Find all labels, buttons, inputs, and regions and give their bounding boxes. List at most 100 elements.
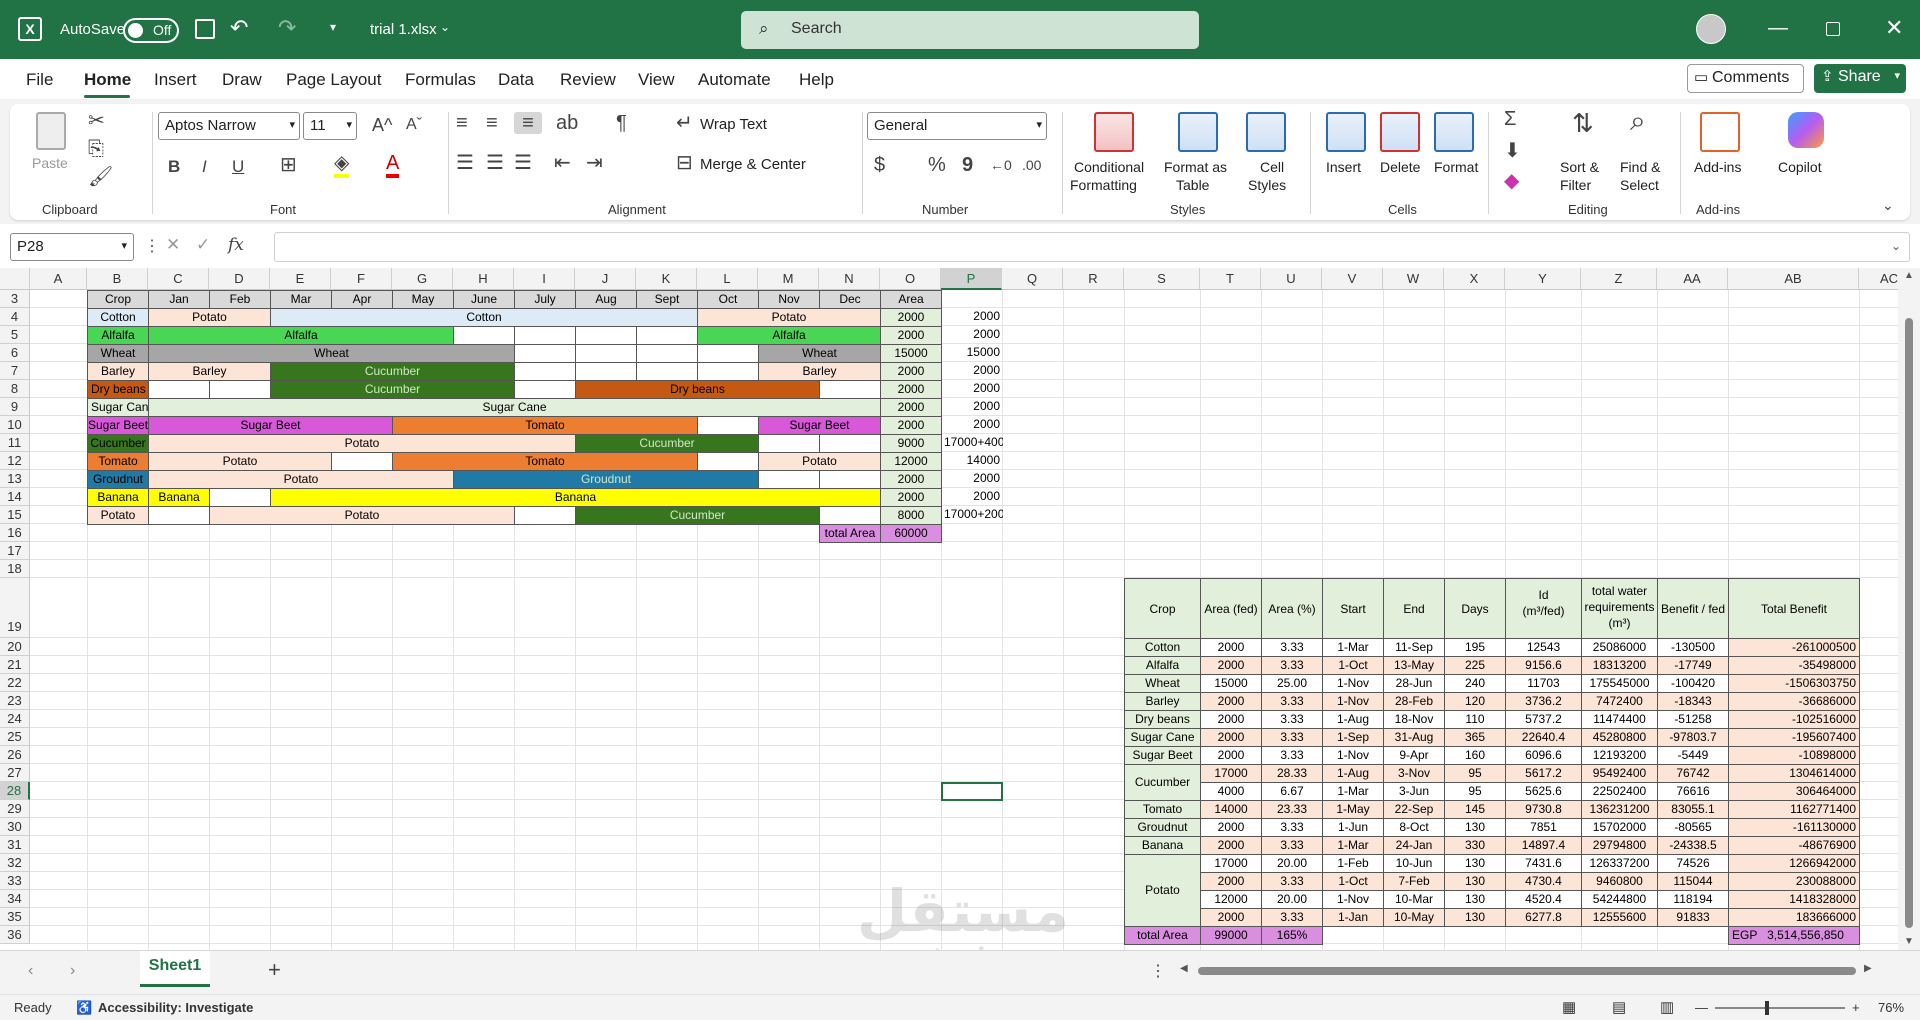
- scroll-down-icon[interactable]: ▼: [1904, 936, 1914, 947]
- schedule-header[interactable]: Jan: [148, 290, 210, 309]
- bottom-value-cell[interactable]: 95: [1444, 782, 1506, 801]
- bottom-value-cell[interactable]: 95: [1444, 764, 1506, 783]
- menu-view[interactable]: View: [638, 70, 675, 90]
- bottom-crop-cell[interactable]: Cucumber: [1124, 764, 1201, 801]
- row-header[interactable]: 20: [0, 638, 30, 656]
- avatar[interactable]: [1696, 14, 1726, 44]
- bottom-value-cell[interactable]: 28-Jun: [1383, 674, 1445, 693]
- bottom-header[interactable]: Area (%): [1261, 578, 1323, 639]
- copilot-button[interactable]: Copilot: [1778, 158, 1822, 176]
- font-name-select[interactable]: Aptos Narrow ▾: [158, 112, 300, 140]
- name-box[interactable]: P28 ▾: [10, 233, 134, 261]
- crop-span-cell[interactable]: Banana: [270, 488, 881, 507]
- clear-icon[interactable]: ◆: [1504, 170, 1519, 192]
- borders-icon[interactable]: ⊞: [280, 154, 297, 176]
- zoom-in-icon[interactable]: +: [1852, 1000, 1860, 1015]
- column-header[interactable]: K: [636, 268, 697, 290]
- month-cell[interactable]: [209, 488, 271, 507]
- water-id-header[interactable]: Id (m³/fed): [1505, 578, 1582, 639]
- sort-filter-icon[interactable]: ⇅: [1572, 110, 1594, 136]
- bottom-value-cell[interactable]: 330: [1444, 836, 1506, 855]
- bottom-value-cell[interactable]: 28.33: [1261, 764, 1323, 783]
- bottom-value-cell[interactable]: 28-Feb: [1383, 692, 1445, 711]
- bottom-value-cell[interactable]: 3736.2: [1505, 692, 1582, 711]
- bottom-value-cell[interactable]: 183666000: [1728, 908, 1860, 927]
- column-header[interactable]: W: [1383, 268, 1444, 290]
- row-header[interactable]: 29: [0, 800, 30, 818]
- bottom-value-cell[interactable]: -100420: [1657, 674, 1729, 693]
- month-cell[interactable]: [514, 506, 576, 525]
- bottom-value-cell[interactable]: 1-Mar: [1322, 638, 1384, 657]
- decrease-decimal-icon[interactable]: .00: [1022, 154, 1041, 176]
- row-header[interactable]: 25: [0, 728, 30, 746]
- bottom-crop-cell[interactable]: Alfalfa: [1124, 656, 1201, 675]
- schedule-header[interactable]: Nov: [758, 290, 820, 309]
- bottom-value-cell[interactable]: 9-Apr: [1383, 746, 1445, 765]
- add-sheet-icon[interactable]: +: [268, 957, 281, 983]
- bottom-value-cell[interactable]: 10-Jun: [1383, 854, 1445, 873]
- italic-button[interactable]: I: [202, 156, 207, 178]
- bottom-value-cell[interactable]: 1-Aug: [1322, 710, 1384, 729]
- bottom-value-cell[interactable]: 145: [1444, 800, 1506, 819]
- crop-span-cell[interactable]: Wheat: [758, 344, 881, 363]
- column-header[interactable]: C: [148, 268, 209, 290]
- bottom-value-cell[interactable]: 4520.4: [1505, 890, 1582, 909]
- bottom-header[interactable]: Area (fed): [1200, 578, 1262, 639]
- bottom-value-cell[interactable]: 130: [1444, 854, 1506, 873]
- bottom-value-cell[interactable]: 1-Mar: [1322, 782, 1384, 801]
- row-header[interactable]: 13: [0, 470, 30, 488]
- bottom-value-cell[interactable]: 12543: [1505, 638, 1582, 657]
- column-header[interactable]: R: [1063, 268, 1124, 290]
- schedule-header[interactable]: Aug: [575, 290, 637, 309]
- comments-button[interactable]: ▭ Comments: [1687, 64, 1804, 93]
- cell-styles-label-1[interactable]: Cell: [1260, 158, 1284, 176]
- bottom-value-cell[interactable]: 14000: [1200, 800, 1262, 819]
- bottom-value-cell[interactable]: 2000: [1200, 818, 1262, 837]
- month-cell[interactable]: [819, 506, 881, 525]
- decrease-indent-icon[interactable]: ⇤: [554, 152, 571, 174]
- month-cell[interactable]: [636, 362, 698, 381]
- search-box[interactable]: ⌕ Search: [741, 11, 1199, 49]
- month-cell[interactable]: [514, 326, 576, 345]
- bottom-value-cell[interactable]: -97803.7: [1657, 728, 1729, 747]
- month-cell[interactable]: [819, 380, 881, 399]
- bottom-value-cell[interactable]: 4000: [1200, 782, 1262, 801]
- bottom-value-cell[interactable]: 1266942000: [1728, 854, 1860, 873]
- menu-formulas[interactable]: Formulas: [405, 70, 476, 90]
- bottom-value-cell[interactable]: 2000: [1200, 710, 1262, 729]
- bottom-value-cell[interactable]: 25086000: [1581, 638, 1658, 657]
- column-header[interactable]: B: [87, 268, 148, 290]
- column-header[interactable]: T: [1200, 268, 1261, 290]
- bottom-value-cell[interactable]: 3.33: [1261, 818, 1323, 837]
- bottom-value-cell[interactable]: 9156.6: [1505, 656, 1582, 675]
- increase-font-icon[interactable]: A^: [372, 114, 392, 136]
- column-header[interactable]: Y: [1505, 268, 1581, 290]
- bottom-value-cell[interactable]: -80565: [1657, 818, 1729, 837]
- area-cell[interactable]: 2000: [880, 398, 942, 417]
- bottom-header[interactable]: End: [1383, 578, 1445, 639]
- bottom-value-cell[interactable]: 7851: [1505, 818, 1582, 837]
- bottom-crop-cell[interactable]: Groudnut: [1124, 818, 1201, 837]
- month-cell[interactable]: [697, 416, 759, 435]
- bottom-value-cell[interactable]: 10-Mar: [1383, 890, 1445, 909]
- crop-span-cell[interactable]: Alfalfa: [697, 326, 881, 345]
- schedule-header[interactable]: Sept: [636, 290, 698, 309]
- bottom-header[interactable]: Crop: [1124, 578, 1201, 639]
- bottom-value-cell[interactable]: -51258: [1657, 710, 1729, 729]
- row-header[interactable]: 28: [0, 782, 30, 800]
- schedule-header[interactable]: May: [392, 290, 454, 309]
- bottom-value-cell[interactable]: 3-Jun: [1383, 782, 1445, 801]
- row-header[interactable]: 12: [0, 452, 30, 470]
- align-top-icon[interactable]: ≡: [456, 112, 468, 134]
- bottom-value-cell[interactable]: 120: [1444, 692, 1506, 711]
- bottom-total-label[interactable]: total Area: [1124, 926, 1201, 945]
- page-break-view-icon[interactable]: ▥: [1660, 998, 1674, 1016]
- menu-insert[interactable]: Insert: [154, 70, 197, 90]
- bottom-value-cell[interactable]: 1-Oct: [1322, 872, 1384, 891]
- month-cell[interactable]: [758, 434, 820, 453]
- crop-name-cell[interactable]: Cotton: [87, 308, 149, 327]
- month-cell[interactable]: [758, 470, 820, 489]
- crop-name-cell[interactable]: Barley: [87, 362, 149, 381]
- month-cell[interactable]: [697, 344, 759, 363]
- bottom-value-cell[interactable]: 6096.6: [1505, 746, 1582, 765]
